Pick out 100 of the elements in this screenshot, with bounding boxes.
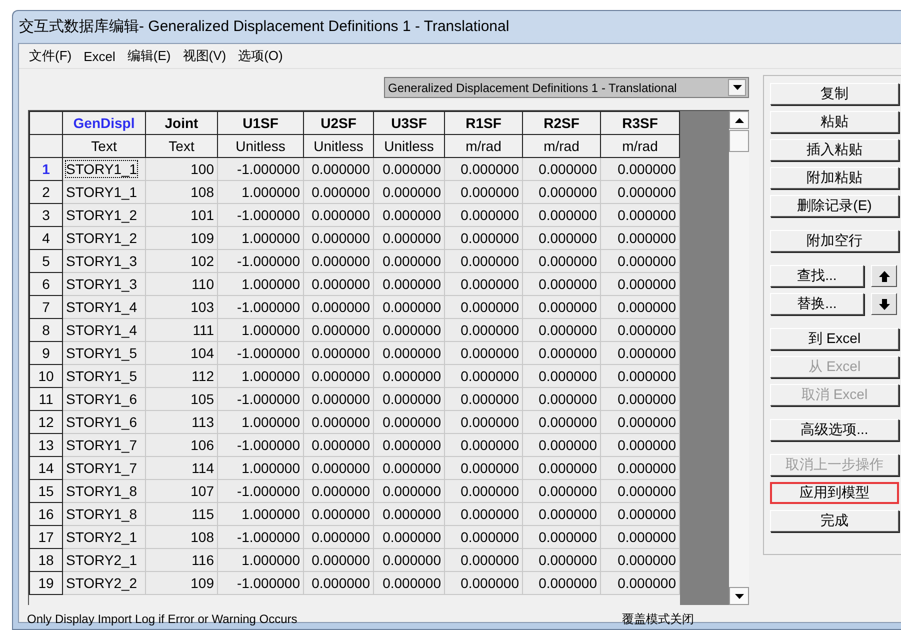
table-cell[interactable]: STORY1_5 [62,342,146,364]
vertical-scrollbar[interactable] [729,111,749,605]
table-cell[interactable]: 0.000000 [522,388,600,410]
table-cell[interactable]: 108 [146,526,218,548]
table-cell[interactable]: 0.000000 [304,272,374,296]
table-cell[interactable]: 1.000000 [218,548,304,572]
table-cell[interactable]: 100 [146,158,218,180]
row-header[interactable]: 13 [30,434,62,456]
table-cell[interactable]: 0.000000 [444,572,522,594]
table-cell[interactable]: 1.000000 [218,502,304,526]
table-cell[interactable]: 111 [146,318,218,342]
table-cell[interactable]: 0.000000 [304,410,374,434]
table-cell[interactable]: 0.000000 [374,250,444,272]
panel-button[interactable]: 删除记录(E) [770,195,899,217]
table-cell[interactable]: 0.000000 [374,388,444,410]
table-cell[interactable]: -1.000000 [218,434,304,456]
table-cell[interactable]: STORY1_5 [62,364,146,388]
table-cell[interactable]: -1.000000 [218,342,304,364]
table-cell[interactable]: 115 [146,502,218,526]
table-cell[interactable]: STORY1_7 [62,456,146,480]
table-cell[interactable]: 0.000000 [304,572,374,594]
table-cell[interactable]: 1.000000 [218,410,304,434]
row-header[interactable]: 5 [30,250,62,272]
table-cell[interactable]: 114 [146,456,218,480]
table-cell[interactable]: 0.000000 [304,342,374,364]
table-cell[interactable]: STORY1_4 [62,318,146,342]
table-cell[interactable]: 0.000000 [522,548,600,572]
table-cell[interactable]: -1.000000 [218,158,304,180]
table-cell[interactable]: 0.000000 [600,456,680,480]
panel-button[interactable]: 替换... [770,293,864,315]
table-cell[interactable]: STORY1_6 [62,410,146,434]
table-cell[interactable]: 112 [146,364,218,388]
table-cell[interactable]: 0.000000 [600,180,680,204]
panel-button[interactable]: 高级选项... [770,419,899,441]
table-cell[interactable]: 0.000000 [444,296,522,318]
table-cell[interactable]: 0.000000 [304,480,374,502]
table-cell[interactable]: -1.000000 [218,480,304,502]
table-cell[interactable]: 0.000000 [374,502,444,526]
table-cell[interactable]: 106 [146,434,218,456]
table-cell[interactable]: 0.000000 [600,250,680,272]
row-header[interactable]: 6 [30,272,62,296]
column-header[interactable]: U2SF [304,112,374,134]
menu-item[interactable]: 编辑(E) [121,45,177,67]
table-cell[interactable]: 0.000000 [374,434,444,456]
table-cell[interactable]: 0.000000 [600,526,680,548]
table-cell[interactable]: 0.000000 [522,180,600,204]
table-cell[interactable]: 0.000000 [374,272,444,296]
table-cell[interactable]: 0.000000 [304,434,374,456]
table-cell[interactable]: 107 [146,480,218,502]
table-cell[interactable]: 0.000000 [304,180,374,204]
row-header[interactable]: 4 [30,226,62,250]
table-cell[interactable]: 0.000000 [600,480,680,502]
table-cell[interactable]: 0.000000 [600,388,680,410]
panel-button[interactable]: 插入粘贴 [770,139,899,161]
table-cell[interactable]: 105 [146,388,218,410]
table-cell[interactable]: STORY1_7 [62,434,146,456]
table-cell[interactable]: 0.000000 [444,342,522,364]
panel-button[interactable]: 复制 [770,83,899,105]
table-cell[interactable]: STORY2_2 [62,572,146,594]
table-cell[interactable]: 0.000000 [522,456,600,480]
column-header[interactable]: U1SF [218,112,304,134]
table-cell[interactable]: 0.000000 [444,180,522,204]
table-cell[interactable]: 0.000000 [522,364,600,388]
table-cell[interactable]: 0.000000 [522,526,600,548]
table-cell[interactable]: 0.000000 [600,296,680,318]
table-cell[interactable]: 109 [146,572,218,594]
table-cell[interactable]: 0.000000 [600,502,680,526]
table-cell[interactable]: 0.000000 [522,226,600,250]
table-cell[interactable]: 0.000000 [304,158,374,180]
panel-button[interactable]: 附加空行 [770,230,899,252]
table-cell[interactable]: 101 [146,204,218,226]
table-cell[interactable]: 0.000000 [374,158,444,180]
table-cell[interactable]: -1.000000 [218,204,304,226]
row-header[interactable]: 8 [30,318,62,342]
menu-item[interactable]: 文件(F) [23,45,78,67]
column-header[interactable]: R2SF [522,112,600,134]
row-header[interactable]: 19 [30,572,62,594]
table-cell[interactable]: -1.000000 [218,572,304,594]
table-cell[interactable]: 0.000000 [374,480,444,502]
table-cell[interactable]: 0.000000 [304,526,374,548]
table-cell[interactable]: 116 [146,548,218,572]
table-cell[interactable]: 0.000000 [444,502,522,526]
table-cell[interactable]: 0.000000 [304,364,374,388]
table-cell[interactable]: 0.000000 [374,456,444,480]
table-cell[interactable]: 0.000000 [522,158,600,180]
table-cell[interactable]: 0.000000 [444,204,522,226]
row-header[interactable]: 1 [30,158,62,180]
table-cell[interactable]: 109 [146,226,218,250]
table-cell[interactable]: 0.000000 [522,342,600,364]
table-cell[interactable]: 1.000000 [218,180,304,204]
table-cell[interactable]: 0.000000 [600,226,680,250]
column-header[interactable]: R1SF [444,112,522,134]
table-cell[interactable]: 0.000000 [444,480,522,502]
table-cell[interactable]: 0.000000 [522,480,600,502]
table-cell[interactable]: 0.000000 [444,364,522,388]
table-cell[interactable]: 0.000000 [304,502,374,526]
table-cell[interactable]: 103 [146,296,218,318]
table-cell[interactable]: 1.000000 [218,318,304,342]
table-cell[interactable]: 113 [146,410,218,434]
table-cell[interactable]: 0.000000 [600,158,680,180]
